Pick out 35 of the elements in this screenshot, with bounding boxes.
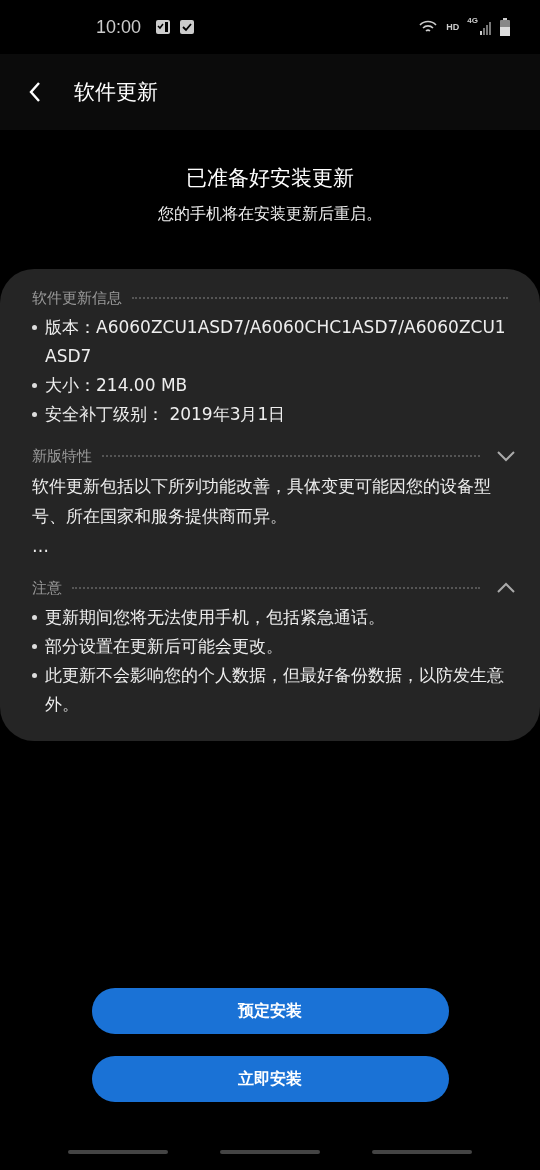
- chevron-down-icon[interactable]: [496, 450, 516, 462]
- description-text: 软件更新包括以下所列功能改善，具体变更可能因您的设备型号、所在国家和服务提供商而异。: [32, 475, 492, 528]
- checkbox-icon: [179, 19, 196, 35]
- subtitle: 您的手机将在安装更新后重启。: [157, 204, 383, 225]
- nav-handle[interactable]: [372, 1150, 472, 1154]
- bullet-icon: [32, 412, 37, 417]
- wifi-icon: [418, 19, 439, 35]
- hd-indicator: HD: [446, 22, 460, 32]
- page-title: 软件更新: [74, 79, 158, 106]
- bullet-icon: [32, 383, 37, 388]
- section-title: 新版特性: [32, 446, 92, 466]
- list-item: 安全补丁级别： 2019年3月1日: [45, 403, 286, 426]
- nav-handle[interactable]: [220, 1150, 320, 1154]
- nav-handle[interactable]: [68, 1150, 168, 1154]
- bullet-icon: [32, 644, 37, 649]
- heading: 已准备好安装更新: [185, 165, 355, 192]
- section-title: 注意: [32, 578, 62, 598]
- list-item: 此更新不会影响您的个人数据，但最好备份数据，以防发生意外。: [45, 664, 505, 716]
- bullet-icon: [32, 673, 37, 678]
- description-text: …: [32, 535, 50, 558]
- list-item: 部分设置在更新后可能会更改。: [45, 635, 283, 658]
- install-button[interactable]: 预定安装: [91, 988, 449, 1034]
- bullet-icon: [32, 325, 37, 330]
- section-title: 软件更新信息: [32, 288, 122, 308]
- bullet-icon: [32, 615, 37, 620]
- list-item: 大小：214.00 MB: [45, 374, 188, 397]
- install-button[interactable]: 立即安装: [91, 1056, 449, 1102]
- list-item: 更新期间您将无法使用手机，包括紧急通话。: [45, 606, 385, 629]
- battery-icon: [500, 18, 510, 36]
- network-type: 4G: [467, 16, 478, 25]
- list-item: 版本：A6060ZCU1ASD7/A6060CHC1ASD7/A6060ZCU1ASD7: [45, 316, 507, 368]
- back-icon: [28, 80, 42, 104]
- status-time: 10:00: [96, 16, 142, 38]
- signal-icon: [480, 19, 492, 35]
- chevron-up-icon[interactable]: [496, 582, 516, 594]
